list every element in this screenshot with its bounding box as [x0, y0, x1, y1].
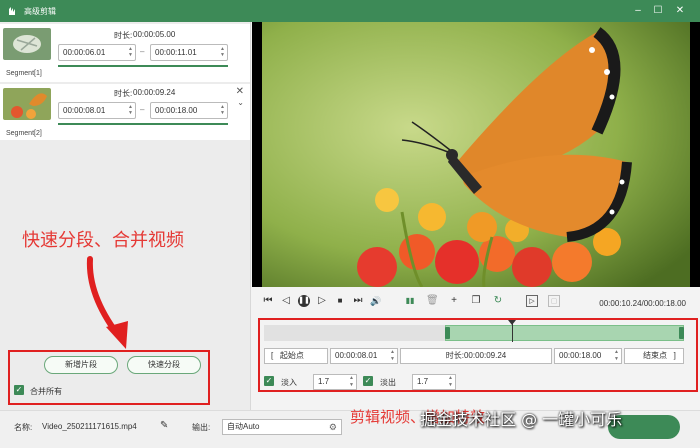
- selection-start-handle[interactable]: [444, 327, 450, 339]
- set-end-point-button[interactable]: 结束点 ]: [624, 348, 684, 364]
- segment-collapse-icon[interactable]: ⌄: [237, 98, 244, 107]
- segment-duration: 00:00:09.24: [133, 88, 176, 97]
- segment-close-icon[interactable]: ✕: [236, 86, 244, 97]
- video-preview: [252, 22, 700, 287]
- fade-in-label: 淡入: [281, 378, 297, 387]
- copy-icon[interactable]: ❐: [470, 295, 482, 307]
- file-name: Video_250211171615.mp4: [42, 422, 137, 431]
- window-title: 高级剪辑: [24, 7, 56, 16]
- fade-in-checkbox[interactable]: ✓: [264, 376, 274, 386]
- output-label: 输出:: [192, 423, 211, 432]
- app-logo-icon: [9, 7, 15, 15]
- fade-in-field[interactable]: 1.7 ▲ ▼: [313, 374, 357, 390]
- segment-thumbnail: [3, 28, 51, 60]
- rotate-icon[interactable]: ↻: [492, 295, 504, 307]
- fade-out-checkbox[interactable]: ✓: [363, 376, 373, 386]
- segment-start-field[interactable]: 00:00:06.01 ▲ ▼: [58, 44, 136, 61]
- edit-name-icon[interactable]: ✎: [160, 420, 168, 431]
- title-bar: 高级剪辑 – ☐ ✕: [0, 0, 700, 22]
- fade-out-field[interactable]: 1.7 ▲ ▼: [412, 374, 456, 390]
- fade-out-label: 淡出: [380, 378, 396, 387]
- close-icon[interactable]: ✕: [672, 3, 688, 19]
- segment-label: Segment[1]: [6, 70, 42, 77]
- annotation-split-merge: 快速分段、合并视频: [22, 230, 184, 251]
- segment-duration: 00:00:05.00: [133, 30, 176, 39]
- player-controls: ⏮ ◁ ❚❚ ▷ ■ ⏭ 🔊 ▮▮ 🗑 + ❐ ↻ ▷ ▢ 00:00:10.2…: [252, 290, 700, 312]
- segment-start-field[interactable]: 00:00:08.01 ▲ ▼: [58, 102, 136, 119]
- selection-end-handle[interactable]: [679, 327, 684, 339]
- pause-icon[interactable]: ❚❚: [298, 295, 310, 307]
- watermark: 掘金技术社区 @ 一罐小可乐: [420, 410, 623, 429]
- add-segment-button[interactable]: 新增片段: [44, 356, 118, 374]
- segment-item-2[interactable]: Segment[2] 时长: 00:00:09.24 00:00:08.01 ▲ ▼…: [0, 84, 250, 140]
- volume-icon[interactable]: 🔊: [370, 295, 382, 307]
- segment-duration-label: 时长:: [114, 31, 133, 40]
- timeline-selection[interactable]: [444, 325, 684, 341]
- segment-range-bar: [58, 65, 228, 67]
- mark-in-icon[interactable]: ▷: [526, 295, 538, 307]
- minimize-icon[interactable]: –: [630, 3, 646, 19]
- step-forward-icon[interactable]: ▷: [316, 295, 328, 307]
- duration-display: 时长:00:00:09.24: [400, 348, 552, 364]
- stop-icon[interactable]: ■: [334, 295, 346, 307]
- mark-out-icon[interactable]: ▢: [548, 295, 560, 307]
- segment-end-field[interactable]: 00:00:18.00 ▲ ▼: [150, 102, 228, 119]
- maximize-icon[interactable]: ☐: [650, 3, 666, 19]
- name-label: 名称:: [14, 423, 33, 432]
- merge-all-label: 合并所有: [30, 387, 62, 396]
- annotation-arrow-icon: [86, 256, 128, 349]
- merge-all-checkbox[interactable]: ✓: [14, 385, 24, 395]
- segment-label: Segment[2]: [6, 130, 42, 137]
- segment-range-bar: [58, 123, 228, 125]
- output-path-field[interactable]: 自动Auto ⚙: [222, 419, 342, 435]
- go-to-end-icon[interactable]: ⏭: [352, 295, 364, 307]
- set-start-point-button[interactable]: [ 起始点: [264, 348, 328, 364]
- step-back-icon[interactable]: ◁: [280, 295, 292, 307]
- butterfly-video-frame: [252, 22, 700, 287]
- segment-duration-label: 时长:: [114, 89, 133, 98]
- delete-icon[interactable]: 🗑: [426, 295, 439, 307]
- split-icon[interactable]: ▮▮: [404, 295, 416, 307]
- playhead[interactable]: [511, 322, 513, 342]
- go-to-start-icon[interactable]: ⏮: [262, 295, 274, 307]
- quick-split-button[interactable]: 快速分段: [127, 356, 201, 374]
- segment-item-1[interactable]: Segment[1] 时长: 00:00:05.00 00:00:06.01 ▲ ▼…: [0, 24, 250, 82]
- segment-thumbnail: [3, 88, 51, 120]
- start-time-field[interactable]: 00:00:08.01 ▲ ▼: [330, 348, 398, 364]
- gear-icon: ⚙: [328, 422, 337, 432]
- add-icon[interactable]: +: [448, 295, 460, 307]
- end-time-field[interactable]: 00:00:18.00 ▲ ▼: [554, 348, 622, 364]
- segment-end-field[interactable]: 00:00:11.01 ▲ ▼: [150, 44, 228, 61]
- timecode: 00:00:10.24/00:00:18.00: [599, 299, 686, 308]
